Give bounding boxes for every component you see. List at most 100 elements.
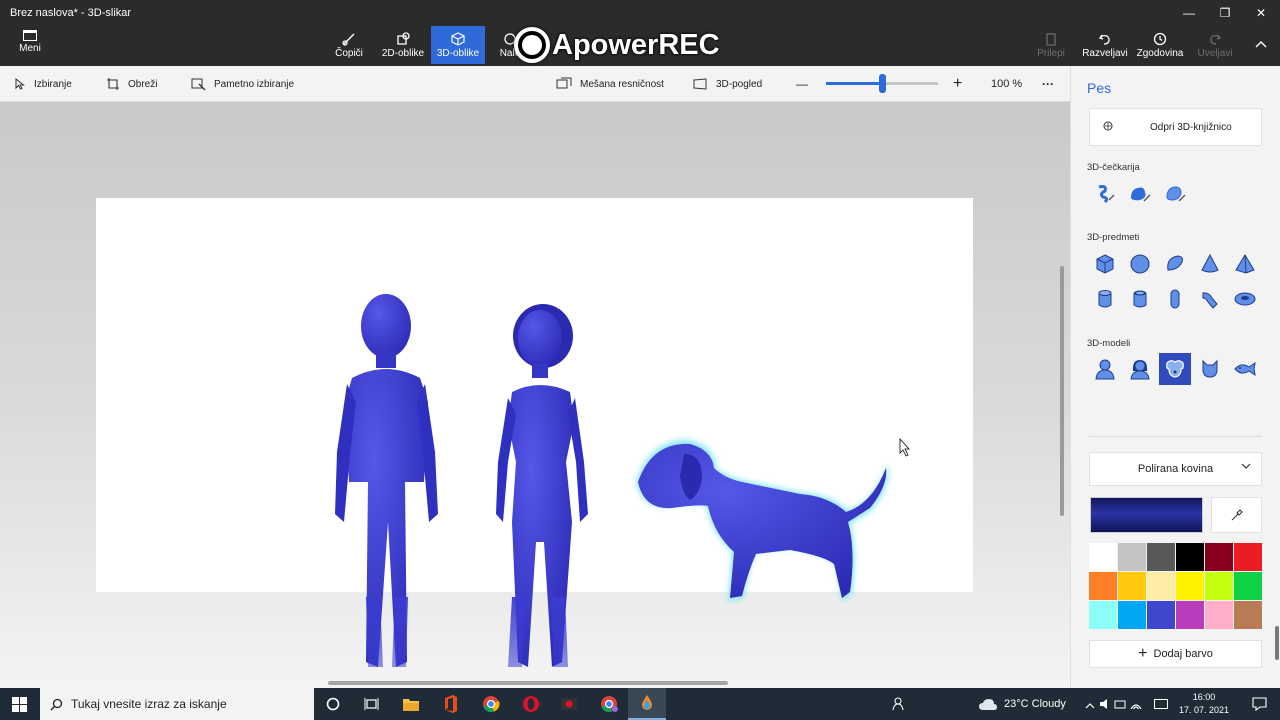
- language-indicator[interactable]: [1148, 688, 1174, 720]
- paste-button[interactable]: Prilepi: [1032, 26, 1070, 64]
- system-tray[interactable]: [1084, 688, 1144, 720]
- clock[interactable]: 16:00 17. 07. 2021: [1176, 691, 1232, 717]
- taskbar-search[interactable]: Tukaj vnesite izraz za iskanje: [40, 688, 314, 720]
- notifications-button[interactable]: [1240, 688, 1278, 720]
- sphere-button[interactable]: [1124, 248, 1156, 280]
- tab-2d-shapes-label: 2D-oblike: [381, 48, 425, 59]
- more-options-button[interactable]: ···: [1042, 66, 1054, 102]
- cube-button[interactable]: [1089, 248, 1121, 280]
- soft-edge-doodle-button[interactable]: [1124, 178, 1156, 210]
- color-swatch[interactable]: [1089, 572, 1117, 600]
- color-swatch[interactable]: [1118, 572, 1146, 600]
- man-model-button[interactable]: [1089, 353, 1121, 385]
- tube-button[interactable]: [1124, 283, 1156, 315]
- capsule-button[interactable]: [1159, 283, 1191, 315]
- magic-select-icon: [191, 78, 206, 91]
- redo-button[interactable]: Uveljavi: [1194, 26, 1236, 64]
- mouse-cursor-icon: [899, 437, 910, 457]
- color-swatch[interactable]: [1147, 572, 1175, 600]
- menu-button[interactable]: Meni: [10, 28, 50, 62]
- color-swatch[interactable]: [1234, 543, 1262, 571]
- chrome-button[interactable]: [472, 688, 510, 720]
- tab-brushes[interactable]: Čopiči: [330, 26, 368, 64]
- color-swatch[interactable]: [1147, 601, 1175, 629]
- color-swatch[interactable]: [1147, 543, 1175, 571]
- color-swatch[interactable]: [1118, 601, 1146, 629]
- undo-button[interactable]: Razveljavi: [1082, 26, 1128, 64]
- cylinder-button[interactable]: [1089, 283, 1121, 315]
- tab-3d-shapes[interactable]: 3D-oblike: [431, 26, 485, 64]
- zoom-out-button[interactable]: —: [796, 66, 808, 102]
- panel-divider: [1089, 436, 1262, 437]
- undo-icon: [1098, 34, 1110, 45]
- zoom-percentage[interactable]: 100 %: [991, 66, 1022, 102]
- mixed-reality-icon: [556, 77, 572, 89]
- curved-tube-button[interactable]: [1194, 283, 1226, 315]
- tab-2d-shapes[interactable]: 2D-oblike: [378, 26, 428, 64]
- color-swatch[interactable]: [1176, 572, 1204, 600]
- pyramid-button[interactable]: [1229, 248, 1261, 280]
- weather-widget[interactable]: 23°C Cloudy: [978, 688, 1066, 720]
- maximize-button[interactable]: ❐: [1210, 4, 1240, 22]
- close-button[interactable]: ✕: [1246, 4, 1276, 22]
- color-swatch[interactable]: [1089, 601, 1117, 629]
- color-swatch[interactable]: [1205, 572, 1233, 600]
- tray-icons: [1085, 699, 1142, 710]
- color-swatch[interactable]: [1176, 601, 1204, 629]
- add-color-button[interactable]: + Dodaj barvo: [1089, 640, 1262, 668]
- panel-scrollbar[interactable]: [1275, 626, 1279, 660]
- vertical-scrollbar[interactable]: [1060, 266, 1064, 516]
- horizontal-scrollbar[interactable]: [328, 681, 728, 685]
- crop-button[interactable]: Obreži: [106, 66, 157, 102]
- office-button[interactable]: [432, 688, 470, 720]
- task-view-button[interactable]: [352, 688, 390, 720]
- fish-model-button[interactable]: [1229, 353, 1261, 385]
- woman-model-button[interactable]: [1124, 353, 1156, 385]
- history-button[interactable]: Zgodovina: [1134, 26, 1186, 64]
- color-swatch[interactable]: [1176, 543, 1204, 571]
- collapse-ribbon-button[interactable]: [1246, 36, 1276, 54]
- color-swatch[interactable]: [1118, 543, 1146, 571]
- woman-model[interactable]: [496, 304, 588, 667]
- dog-model[interactable]: [636, 439, 889, 602]
- 3d-view-button[interactable]: 3D-pogled: [692, 66, 762, 102]
- donut-button[interactable]: [1229, 283, 1261, 315]
- open-3d-library-button[interactable]: Odpri 3D-knjižnico: [1089, 108, 1262, 146]
- hemisphere-button[interactable]: [1159, 248, 1191, 280]
- start-button[interactable]: [0, 688, 38, 720]
- chrome-profile-button[interactable]: [590, 688, 628, 720]
- cat-model-button[interactable]: [1194, 353, 1226, 385]
- taskbar: Tukaj vnesite izraz za iskanje 23°C Clou…: [0, 688, 1280, 720]
- zoom-slider-thumb[interactable]: [879, 74, 886, 93]
- material-dropdown[interactable]: Polirana kovina: [1089, 452, 1262, 486]
- magic-select-button[interactable]: Pametno izbiranje: [191, 66, 294, 102]
- file-explorer-button[interactable]: [392, 688, 430, 720]
- color-swatch[interactable]: [1205, 543, 1233, 571]
- zoom-slider[interactable]: [826, 74, 938, 93]
- screen-recorder-button[interactable]: [550, 688, 588, 720]
- paint3d-button[interactable]: [628, 688, 666, 720]
- minimize-button[interactable]: —: [1174, 4, 1204, 22]
- color-swatch[interactable]: [1205, 601, 1233, 629]
- sharp-edge-doodle-button[interactable]: [1089, 178, 1121, 210]
- cortana-button[interactable]: [314, 688, 352, 720]
- people-button[interactable]: [880, 688, 918, 720]
- cone-button[interactable]: [1194, 248, 1226, 280]
- cursor-icon: [15, 78, 25, 90]
- color-swatch[interactable]: [1089, 543, 1117, 571]
- 3d-shapes-icon: [451, 32, 465, 46]
- eyedropper-button[interactable]: [1211, 497, 1262, 533]
- select-button[interactable]: Izbiranje: [14, 66, 72, 102]
- color-swatch[interactable]: [1234, 572, 1262, 600]
- cat-model-icon: [1202, 359, 1218, 378]
- color-swatch[interactable]: [1234, 601, 1262, 629]
- man-model[interactable]: [335, 294, 438, 667]
- tube-doodle-button[interactable]: [1159, 178, 1191, 210]
- current-color-swatch[interactable]: [1090, 497, 1203, 533]
- workspace[interactable]: [0, 102, 1070, 688]
- opera-button[interactable]: [512, 688, 550, 720]
- mixed-reality-button[interactable]: Mešana resničnost: [556, 66, 664, 102]
- zoom-in-button[interactable]: +: [953, 66, 962, 102]
- crop-icon: [107, 78, 119, 90]
- dog-model-button[interactable]: [1159, 353, 1191, 385]
